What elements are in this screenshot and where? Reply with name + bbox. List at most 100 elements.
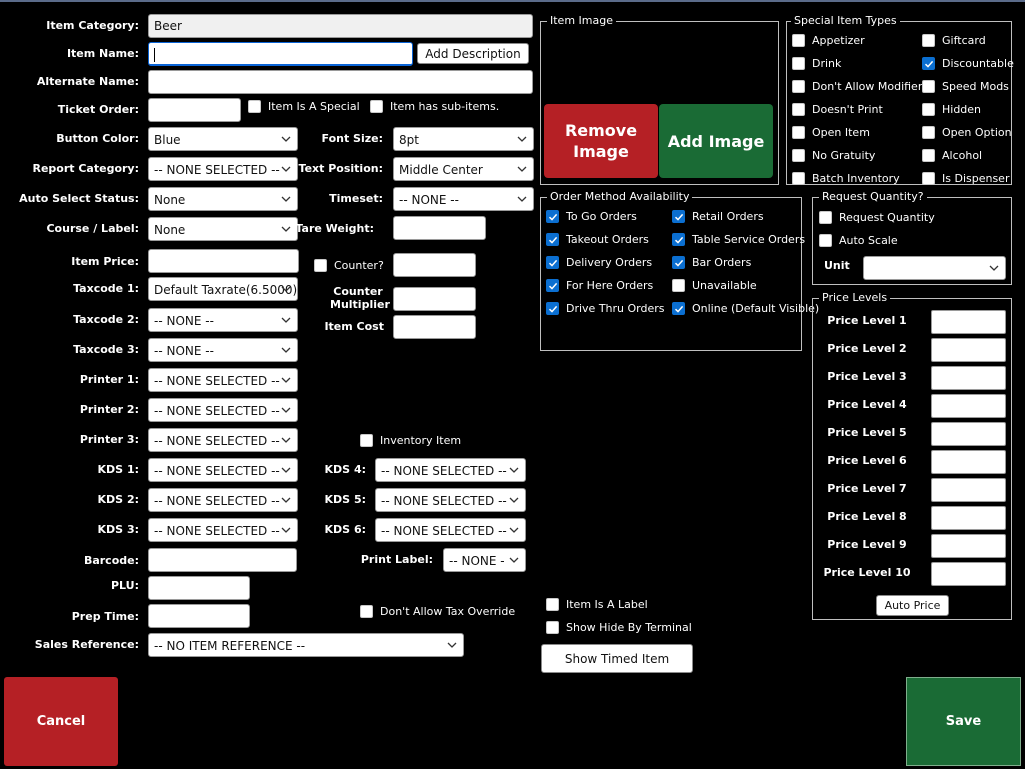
add-description-button[interactable]: Add Description xyxy=(417,43,529,64)
window-top-border xyxy=(0,0,1025,2)
price-level-input[interactable] xyxy=(931,534,1006,558)
order-method-checkbox[interactable]: Drive Thru Orders xyxy=(546,302,665,315)
checkbox-box xyxy=(922,172,935,185)
kds1-select[interactable]: -- NONE SELECTED -- xyxy=(148,458,298,482)
checkbox-box xyxy=(922,149,935,162)
special-item-types-group: Special Item Types Appetizer Giftcard Drin… xyxy=(786,14,1014,185)
item-is-a-label-checkbox[interactable]: Item Is A Label xyxy=(546,598,648,611)
item-is-special-checkbox[interactable]: Item Is A Special xyxy=(248,100,360,113)
special-type-checkbox[interactable]: Don't Allow Modifiers xyxy=(792,80,928,93)
order-method-checkbox[interactable]: Takeout Orders xyxy=(546,233,649,246)
show-timed-item-button[interactable]: Show Timed Item xyxy=(541,644,693,673)
alternate-name-input[interactable] xyxy=(148,70,533,94)
inventory-item-checkbox[interactable]: Inventory Item xyxy=(360,434,461,447)
auto-scale-checkbox[interactable]: Auto Scale xyxy=(819,234,898,247)
item-price-input[interactable] xyxy=(148,249,299,273)
taxcode3-select[interactable]: -- NONE -- xyxy=(148,338,298,362)
special-type-checkbox[interactable]: Speed Mods xyxy=(922,80,1009,93)
special-type-label: Alcohol xyxy=(942,149,983,162)
order-method-checkbox[interactable]: Retail Orders xyxy=(672,210,764,223)
chevron-down-icon xyxy=(281,347,291,353)
text-position-select[interactable]: Middle Center xyxy=(393,157,534,181)
font-size-select[interactable]: 8pt xyxy=(393,127,534,151)
kds2-select[interactable]: -- NONE SELECTED -- xyxy=(148,488,298,512)
special-type-checkbox[interactable]: Drink xyxy=(792,57,841,70)
sales-reference-select[interactable]: -- NO ITEM REFERENCE -- xyxy=(148,633,464,657)
price-level-input[interactable] xyxy=(931,506,1006,530)
price-level-label: Price Level 9 xyxy=(827,538,907,551)
prep-time-input[interactable] xyxy=(148,604,250,628)
barcode-input[interactable] xyxy=(148,548,297,572)
report-category-select[interactable]: -- NONE SELECTED -- xyxy=(148,157,298,181)
special-type-label: Batch Inventory xyxy=(812,172,900,185)
plu-input[interactable] xyxy=(148,576,250,600)
taxcode2-select[interactable]: -- NONE -- xyxy=(148,308,298,332)
price-level-input[interactable] xyxy=(931,338,1006,362)
show-hide-by-terminal-checkbox[interactable]: Show Hide By Terminal xyxy=(546,621,692,634)
button-color-select[interactable]: Blue xyxy=(148,127,298,151)
special-type-checkbox[interactable]: Is Dispenser xyxy=(922,172,1009,185)
counter-checkbox[interactable]: Counter? xyxy=(314,259,384,272)
special-type-checkbox[interactable]: Batch Inventory xyxy=(792,172,900,185)
order-method-checkbox[interactable]: Bar Orders xyxy=(672,256,751,269)
special-type-label: Hidden xyxy=(942,103,982,116)
order-method-checkbox[interactable]: For Here Orders xyxy=(546,279,653,292)
order-method-checkbox[interactable]: Delivery Orders xyxy=(546,256,652,269)
counter-multiplier-input[interactable] xyxy=(393,287,476,311)
request-quantity-checkbox[interactable]: Request Quantity xyxy=(819,211,935,224)
price-level-input[interactable] xyxy=(931,478,1006,502)
checkmark-icon xyxy=(672,233,685,246)
cancel-button[interactable]: Cancel xyxy=(4,677,118,766)
special-type-checkbox[interactable]: Discountable xyxy=(922,57,1014,70)
price-level-input[interactable] xyxy=(931,394,1006,418)
kds4-select[interactable]: -- NONE SELECTED -- xyxy=(375,458,526,482)
price-level-label: Price Level 7 xyxy=(827,482,907,495)
checkmark-icon xyxy=(672,210,685,223)
price-level-input[interactable] xyxy=(931,310,1006,334)
print-label-select[interactable]: -- NONE - xyxy=(443,548,526,572)
special-type-checkbox[interactable]: Open Item xyxy=(792,126,870,139)
special-type-checkbox[interactable]: Hidden xyxy=(922,103,981,116)
special-type-checkbox[interactable]: No Gratuity xyxy=(792,149,875,162)
order-method-checkbox[interactable]: Table Service Orders xyxy=(672,233,805,246)
order-method-label: Takeout Orders xyxy=(566,233,649,246)
price-level-input[interactable] xyxy=(931,366,1006,390)
order-method-checkbox[interactable]: Unavailable xyxy=(672,279,757,292)
price-level-input[interactable] xyxy=(931,450,1006,474)
course-label-select[interactable]: None xyxy=(148,217,298,241)
printer3-select[interactable]: -- NONE SELECTED -- xyxy=(148,428,298,452)
special-type-checkbox[interactable]: Giftcard xyxy=(922,34,986,47)
order-method-checkbox[interactable]: Online (Default Visible) xyxy=(672,302,819,315)
printer2-select[interactable]: -- NONE SELECTED -- xyxy=(148,398,298,422)
special-type-checkbox[interactable]: Doesn't Print xyxy=(792,103,883,116)
tare-weight-input[interactable] xyxy=(393,216,486,240)
item-name-input[interactable] xyxy=(148,42,413,66)
add-image-button[interactable]: Add Image xyxy=(659,104,773,178)
order-method-checkbox[interactable]: To Go Orders xyxy=(546,210,637,223)
timeset-select[interactable]: -- NONE -- xyxy=(393,187,534,211)
chevron-down-icon xyxy=(281,226,291,232)
printer1-select[interactable]: -- NONE SELECTED -- xyxy=(148,368,298,392)
item-has-subitems-checkbox[interactable]: Item has sub-items. xyxy=(370,100,499,113)
kds6-select[interactable]: -- NONE SELECTED -- xyxy=(375,518,526,542)
dont-allow-tax-override-checkbox[interactable]: Don't Allow Tax Override xyxy=(360,605,515,618)
auto-price-button[interactable]: Auto Price xyxy=(876,595,949,616)
special-type-checkbox[interactable]: Alcohol xyxy=(922,149,982,162)
special-type-label: No Gratuity xyxy=(812,149,876,162)
save-button[interactable]: Save xyxy=(906,677,1021,766)
taxcode1-select[interactable]: Default Taxrate(6.5000) xyxy=(148,277,298,301)
ticket-order-input[interactable] xyxy=(148,98,241,122)
report-category-label: Report Category: xyxy=(32,162,139,175)
price-level-input[interactable] xyxy=(931,562,1006,586)
price-level-input[interactable] xyxy=(931,422,1006,446)
kds3-select[interactable]: -- NONE SELECTED -- xyxy=(148,518,298,542)
kds5-select[interactable]: -- NONE SELECTED -- xyxy=(375,488,526,512)
order-method-label: Table Service Orders xyxy=(692,233,806,246)
auto-select-status-select[interactable]: None xyxy=(148,187,298,211)
remove-image-button[interactable]: Remove Image xyxy=(544,104,658,178)
counter-input[interactable] xyxy=(393,253,476,277)
unit-select[interactable] xyxy=(863,256,1006,280)
special-type-checkbox[interactable]: Open Option xyxy=(922,126,1012,139)
item-cost-input[interactable] xyxy=(393,315,476,339)
special-type-checkbox[interactable]: Appetizer xyxy=(792,34,865,47)
